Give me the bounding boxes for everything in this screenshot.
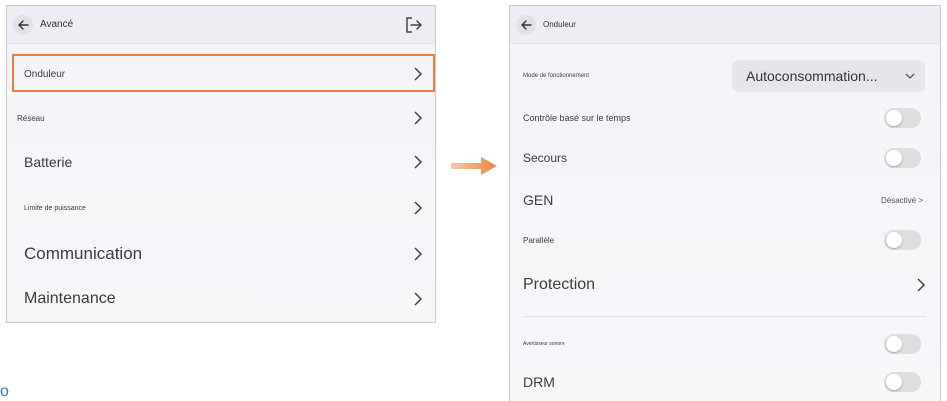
header-bar: Onduleur xyxy=(510,6,940,44)
menu-item-label: Réseau xyxy=(17,113,45,123)
page-title: Avancé xyxy=(40,19,74,30)
gen-value: Désactivé > xyxy=(880,195,923,205)
arrow-left-icon xyxy=(521,19,532,30)
menu-item-label: Maintenance xyxy=(24,290,116,307)
menu-item-label: Limite de puissance xyxy=(24,204,86,212)
protection-label: Protection xyxy=(523,276,596,293)
parallel-label: Parallèle xyxy=(523,235,555,245)
parallel-row: Parallèle xyxy=(510,228,940,252)
buzzer-label: Avertisseur sonore xyxy=(523,341,565,347)
protection-row[interactable]: Protection xyxy=(510,270,940,300)
highlight-box xyxy=(12,54,435,92)
menu-item-limite-puissance[interactable]: Limite de puissance xyxy=(7,188,435,228)
header-bar: Avancé xyxy=(7,6,435,44)
back-button[interactable] xyxy=(13,14,33,35)
drm-toggle[interactable] xyxy=(884,372,921,392)
chevron-right-icon xyxy=(413,111,423,125)
stray-text: o xyxy=(0,383,9,400)
logout-icon[interactable] xyxy=(405,16,423,34)
backup-row: Secours xyxy=(510,146,940,170)
drm-label: DRM xyxy=(523,374,555,390)
arrow-left-icon xyxy=(18,19,29,30)
chevron-right-icon xyxy=(413,247,423,261)
mode-label: Mode de fonctionnement xyxy=(523,73,590,79)
gen-row[interactable]: GEN Désactivé > xyxy=(510,188,940,212)
time-control-toggle[interactable] xyxy=(884,108,921,128)
menu-item-label: Batterie xyxy=(24,154,73,170)
mode-select[interactable]: Autoconsommation... xyxy=(732,60,925,92)
chevron-right-icon xyxy=(413,155,423,169)
inverter-settings-panel: Onduleur Mode de fonctionnement Autocons… xyxy=(509,5,941,401)
chevron-right-icon xyxy=(413,201,423,215)
menu-item-label: Communication xyxy=(24,244,143,263)
menu-item-maintenance[interactable]: Maintenance xyxy=(7,278,435,320)
time-control-label: Contrôle basé sur le temps xyxy=(523,113,631,123)
divider xyxy=(524,316,926,317)
buzzer-row: Avertisseur sonore xyxy=(510,334,940,354)
backup-label: Secours xyxy=(523,151,568,165)
time-control-row: Contrôle basé sur le temps xyxy=(510,106,940,130)
menu-item-reseau[interactable]: Réseau xyxy=(7,98,435,138)
drm-row: DRM xyxy=(510,370,940,394)
back-button[interactable] xyxy=(516,14,536,35)
mode-value: Autoconsommation... xyxy=(746,68,878,84)
parallel-toggle[interactable] xyxy=(884,230,921,250)
advanced-settings-panel: Avancé Onduleur Réseau Batterie Limite d… xyxy=(6,5,436,323)
chevron-right-icon xyxy=(916,278,926,292)
buzzer-toggle[interactable] xyxy=(884,334,921,354)
arrow-right-icon xyxy=(451,157,497,175)
chevron-down-icon xyxy=(905,73,915,79)
menu-item-batterie[interactable]: Batterie xyxy=(7,142,435,182)
backup-toggle[interactable] xyxy=(884,148,921,168)
chevron-right-icon xyxy=(413,292,423,306)
menu-item-communication[interactable]: Communication xyxy=(7,232,435,276)
page-title: Onduleur xyxy=(543,20,576,29)
gen-label: GEN xyxy=(523,192,554,208)
